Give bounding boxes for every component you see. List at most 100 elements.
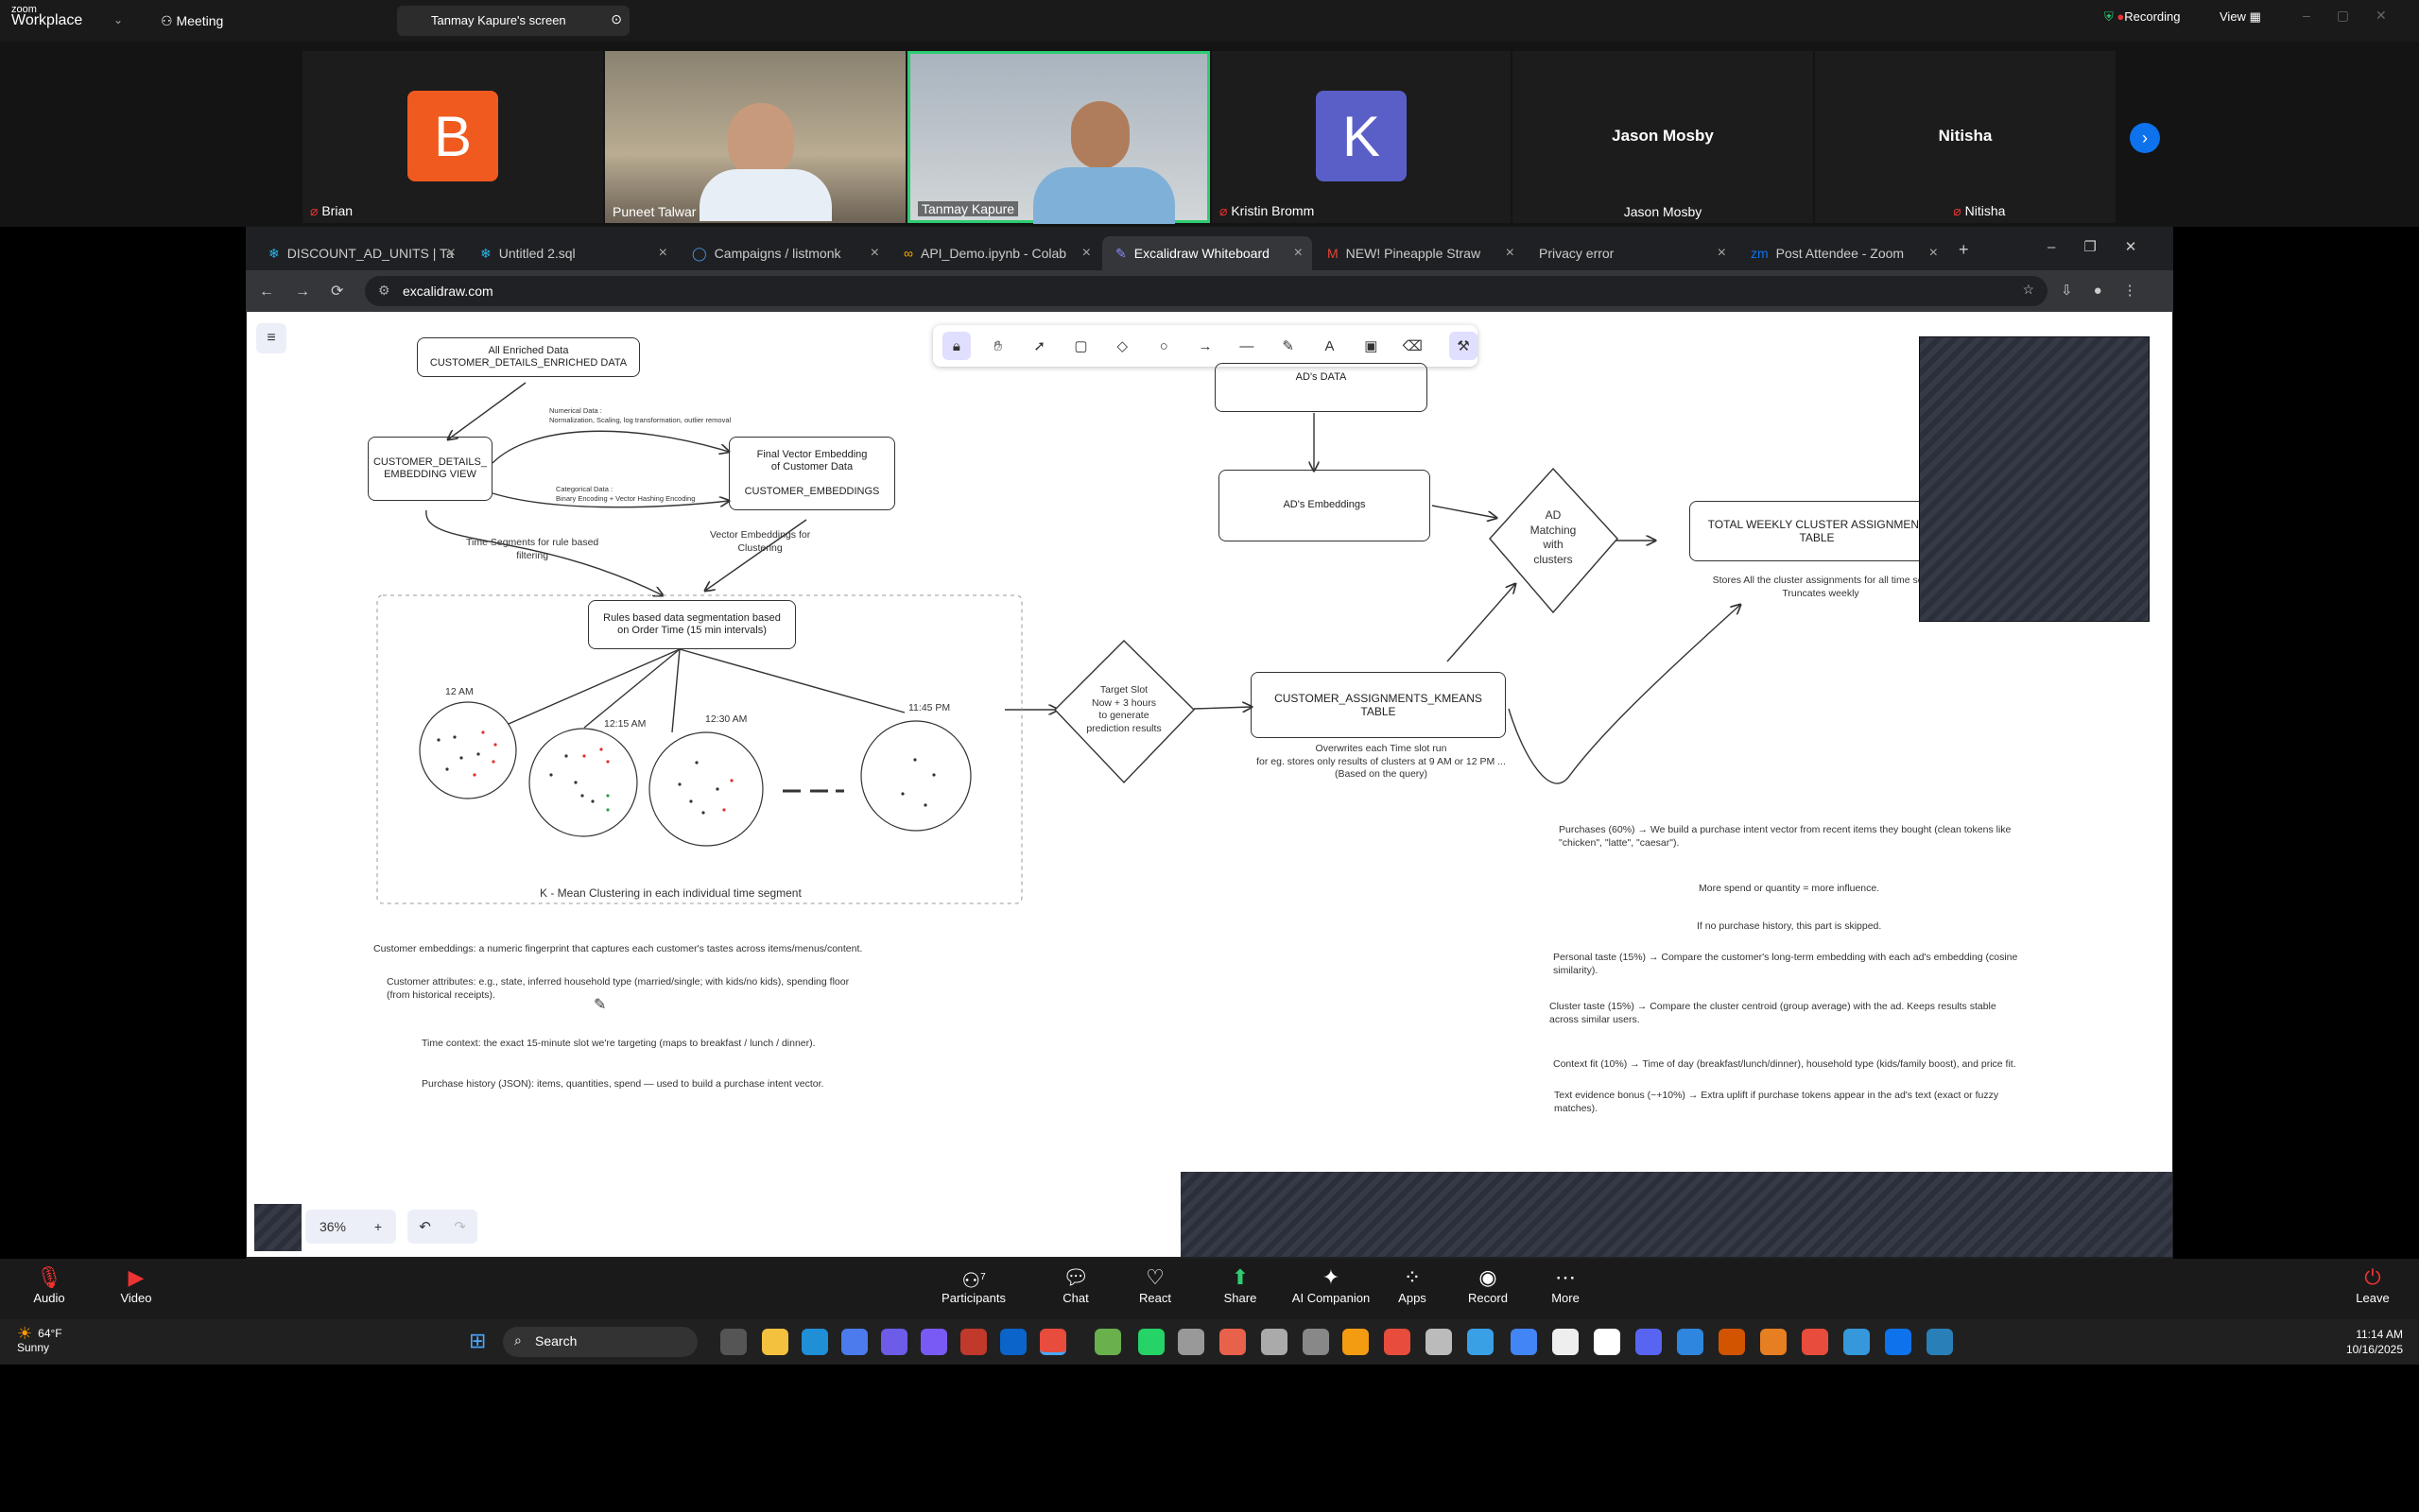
chrome-icon[interactable] (1511, 1329, 1537, 1355)
whatsapp-icon[interactable] (1138, 1329, 1165, 1355)
site-settings-icon[interactable]: ⚙ (378, 283, 390, 299)
outlook-icon[interactable] (1000, 1329, 1027, 1355)
ai-companion-button[interactable]: ✦ AI Companion (1286, 1264, 1376, 1305)
participant-tile[interactable]: Jason Mosby Jason Mosby (1512, 51, 1813, 223)
discord-icon[interactable] (1635, 1329, 1662, 1355)
customer-assignments-box[interactable]: CUSTOMER_ASSIGNMENTS_KMEANS TABLE (1251, 672, 1506, 738)
star-icon[interactable]: ☆ (2022, 282, 2034, 298)
close-icon[interactable]: × (1506, 245, 1514, 262)
chrome-icon[interactable] (1040, 1329, 1066, 1355)
taskbar-search[interactable]: ⌕ Search (503, 1327, 698, 1357)
next-page-icon[interactable]: › (2130, 123, 2160, 153)
browser-tab[interactable]: zm Post Attendee - Zoom × (1737, 236, 1947, 270)
browser-tab[interactable]: ∞ API_Demo.ipynb - Colab × (890, 236, 1100, 270)
zoom-control[interactable]: 36% + (305, 1210, 396, 1244)
leave-button[interactable]: ⏻ Leave (2335, 1264, 2410, 1305)
app-icon[interactable] (1843, 1329, 1870, 1355)
zoom-in-icon[interactable]: + (374, 1219, 382, 1234)
meeting-tab[interactable]: ⚇ Meeting (161, 13, 223, 29)
app-icon[interactable] (841, 1329, 868, 1355)
participant-video-active[interactable]: Tanmay Kapure (907, 51, 1210, 224)
record-button[interactable]: ◉ Record (1450, 1264, 1526, 1305)
chatgpt-icon[interactable] (1178, 1329, 1204, 1355)
app-icon[interactable] (1219, 1329, 1246, 1355)
participants-button[interactable]: ⚇7 Participants (934, 1264, 1013, 1305)
chevron-down-icon[interactable]: ⌄ (113, 13, 123, 26)
rules-segmentation-box[interactable]: Rules based data segmentation based on O… (588, 600, 796, 649)
app-icon[interactable] (1677, 1329, 1703, 1355)
view-button[interactable]: View ▦ (2220, 9, 2261, 25)
target-slot-diamond[interactable]: Target Slot Now + 3 hours to generate pr… (1077, 684, 1171, 736)
excalidraw-canvas[interactable]: ≡ 🔒︎ ✋︎ ➚ ▢ ◇ ○ → — ✎ A ▣ ⌫ ⚒ All Enrich… (247, 312, 2172, 1257)
browser-tab-active[interactable]: ✎ Excalidraw Whiteboard × (1102, 236, 1312, 270)
chat-button[interactable]: 💬︎ Chat (1038, 1264, 1114, 1305)
app-icon[interactable] (1303, 1329, 1329, 1355)
final-vector-box[interactable]: Final Vector Embedding of Customer Data … (729, 437, 895, 510)
browser-tab[interactable]: ❄ Untitled 2.sql × (467, 236, 677, 270)
enriched-data-box[interactable]: All Enriched Data CUSTOMER_DETAILS_ENRIC… (417, 337, 640, 377)
participant-tile[interactable]: K ⌀ Kristin Bromm (1212, 51, 1511, 223)
address-bar[interactable]: ⚙ excalidraw.com ☆ (365, 276, 2048, 306)
audio-button[interactable]: 🎙︎ Audio (11, 1264, 87, 1305)
ad-matching-diamond[interactable]: AD Matching with clusters (1513, 508, 1593, 567)
weather-widget[interactable]: ☀ 64°F Sunny (17, 1325, 62, 1355)
close-icon[interactable]: × (1082, 245, 1091, 262)
file-explorer-icon[interactable] (762, 1329, 788, 1355)
embedding-view-box[interactable]: CUSTOMER_DETAILS_ EMBEDDING VIEW (368, 437, 492, 501)
app-icon[interactable] (1342, 1329, 1369, 1355)
video-button[interactable]: ▶︎ Video (98, 1264, 174, 1305)
app-icon[interactable] (1095, 1329, 1121, 1355)
close-icon[interactable]: × (659, 245, 667, 262)
close-icon[interactable]: × (1718, 245, 1726, 262)
copilot-icon[interactable] (881, 1329, 907, 1355)
browser-tab[interactable]: Privacy error × (1526, 236, 1736, 270)
undo-icon[interactable]: ↶ (419, 1218, 431, 1235)
undo-redo[interactable]: ↶ ↷ (407, 1210, 477, 1244)
browser-tab[interactable]: ❄ DISCOUNT_AD_UNITS | Ta × (255, 236, 465, 270)
browser-menu[interactable]: ⇩●⋮ (2061, 282, 2158, 299)
participant-tile[interactable]: Nitisha ⌀ Nitisha (1815, 51, 2116, 223)
more-icon[interactable]: ⊙ (611, 11, 622, 27)
recording-indicator[interactable]: ⛨ ●Recording (2104, 9, 2181, 25)
window-controls[interactable]: –▢✕ (2303, 8, 2413, 24)
nav-buttons[interactable]: ←→⟳ (259, 282, 364, 301)
participant-video[interactable]: Puneet Talwar (605, 51, 906, 223)
ads-embeddings-box[interactable]: AD's Embeddings (1218, 470, 1430, 541)
close-icon[interactable]: × (447, 245, 456, 262)
browser-tab[interactable]: M NEW! Pineapple Straw × (1314, 236, 1524, 270)
react-button[interactable]: ♡ React (1117, 1264, 1193, 1305)
apps-button[interactable]: ⁘ Apps (1374, 1264, 1450, 1305)
clock[interactable]: 11:14 AM 10/16/2025 (2344, 1327, 2403, 1357)
app-icon[interactable] (1467, 1329, 1494, 1355)
app-icon[interactable] (1927, 1329, 1953, 1355)
participant-tile[interactable]: B ⌀ Brian (302, 51, 603, 223)
chrome-icon[interactable] (1802, 1329, 1828, 1355)
app-icon[interactable] (921, 1329, 947, 1355)
powerpoint-icon[interactable] (1719, 1329, 1745, 1355)
windows-start-icon[interactable]: ⊞ (469, 1329, 486, 1353)
close-icon[interactable]: × (871, 245, 879, 262)
close-icon[interactable]: × (1929, 245, 1938, 262)
participants-label: Participants (942, 1291, 1006, 1305)
close-icon[interactable]: × (1294, 245, 1303, 262)
chrome-icon[interactable] (1760, 1329, 1787, 1355)
app-icon[interactable] (1425, 1329, 1452, 1355)
task-view-icon[interactable] (720, 1329, 747, 1355)
app-icon[interactable] (1552, 1329, 1579, 1355)
edge-icon[interactable] (802, 1329, 828, 1355)
zoom-icon[interactable] (1885, 1329, 1911, 1355)
share-button[interactable]: ⬆ Share (1202, 1264, 1278, 1305)
new-tab-icon[interactable]: + (1959, 240, 1969, 260)
redo-icon[interactable]: ↷ (454, 1218, 466, 1235)
ads-data-box[interactable]: AD's DATA (1215, 363, 1427, 412)
browser-window-controls[interactable]: –❐✕ (2048, 238, 2165, 255)
browser-tab[interactable]: ◯ Campaigns / listmonk × (679, 236, 889, 270)
total-weekly-box[interactable]: TOTAL WEEKLY CLUSTER ASSIGNMENT TABLE (1689, 501, 1944, 561)
share-tab[interactable]: Tanmay Kapure's screen ⊙ (397, 6, 630, 36)
app-icon[interactable] (1594, 1329, 1620, 1355)
snowflake-icon: ❄ (268, 245, 280, 261)
more-button[interactable]: ⋯ More (1528, 1264, 1603, 1305)
app-icon[interactable] (1384, 1329, 1410, 1355)
app-icon[interactable] (1261, 1329, 1287, 1355)
app-icon[interactable] (960, 1329, 987, 1355)
